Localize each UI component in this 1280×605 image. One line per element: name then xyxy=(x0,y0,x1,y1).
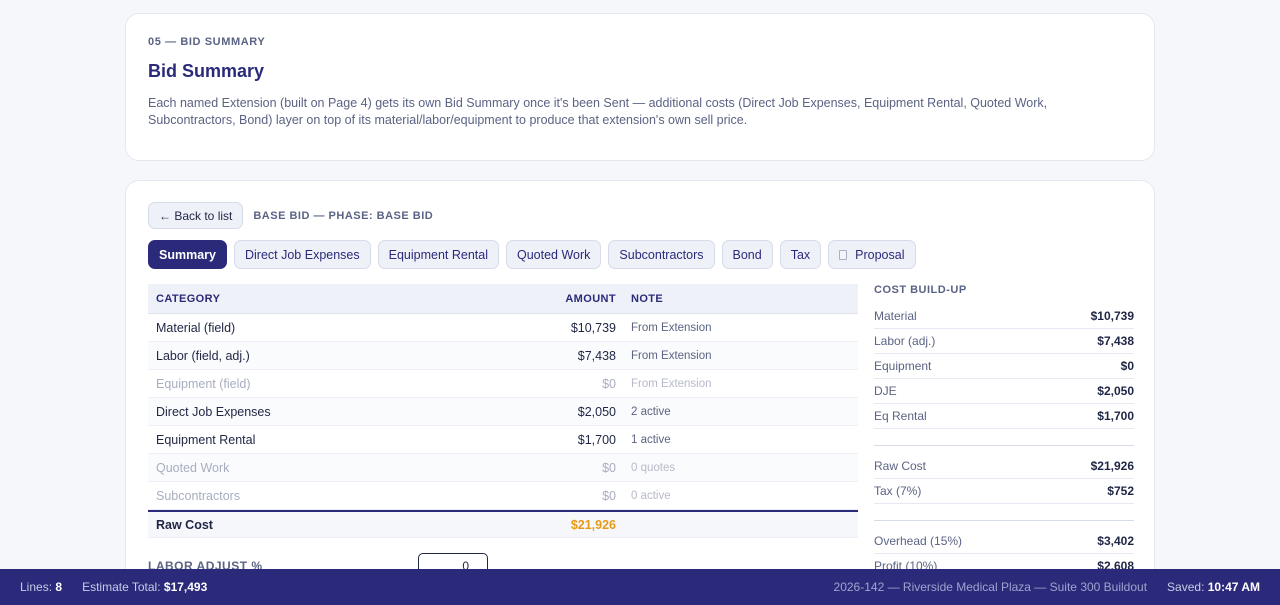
tab-tax[interactable]: Tax xyxy=(779,240,822,269)
table-header: CATEGORY AMOUNT NOTE xyxy=(148,284,858,314)
row-category: Quoted Work xyxy=(156,460,230,475)
estimate-total-value: $17,493 xyxy=(163,580,208,594)
tab-summary[interactable]: Summary xyxy=(148,240,227,269)
build-up-title: COST BUILD-UP xyxy=(874,284,967,296)
build-up-row: Raw Cost $21,926 xyxy=(874,454,1134,479)
row-amount: $2,050 xyxy=(577,404,616,419)
table-row: Quoted Work $0 0 quotes xyxy=(148,454,858,482)
tab-bar: Summary Direct Job Expenses Equipment Re… xyxy=(148,240,923,269)
build-up-row: Labor (adj.) $7,438 xyxy=(874,329,1134,354)
build-up-label: Tax (7%) xyxy=(874,484,922,498)
column-header-category: CATEGORY xyxy=(156,292,221,305)
estimate-total-label: Estimate Total: xyxy=(82,580,161,594)
tab-subcontractors[interactable]: Subcontractors xyxy=(608,240,715,269)
table-row: Material (field) $10,739 From Extension xyxy=(148,314,858,342)
row-note: 1 active xyxy=(631,433,671,446)
table-row: Equipment (field) $0 From Extension xyxy=(148,370,858,398)
row-note: From Extension xyxy=(631,349,712,362)
table-row: Labor (field, adj.) $7,438 From Extensio… xyxy=(148,342,858,370)
build-up-label: DJE xyxy=(874,384,897,398)
back-to-list-button[interactable]: ← Back to list xyxy=(148,202,244,229)
build-up-label: Raw Cost xyxy=(874,459,927,473)
row-amount: $0 xyxy=(602,376,616,391)
page-description: Each named Extension (built on Page 4) g… xyxy=(148,96,1048,127)
bid-summary-card: ← Back to list BASE BID — PHASE: BASE BI… xyxy=(125,180,1155,600)
row-amount: $0 xyxy=(602,488,616,503)
row-category: Subcontractors xyxy=(156,488,241,503)
raw-cost-total-row: Raw Cost $21,926 xyxy=(148,510,858,538)
build-up-value: $2,050 xyxy=(1097,384,1134,398)
toolbar: ← Back to list BASE BID — PHASE: BASE BI… xyxy=(148,202,433,229)
build-up-divider xyxy=(874,504,1134,521)
build-up-row: Equipment $0 xyxy=(874,354,1134,379)
build-up-value: $21,926 xyxy=(1090,459,1134,473)
row-note: From Extension xyxy=(631,377,712,390)
cost-table: CATEGORY AMOUNT NOTE Material (field) $1… xyxy=(148,284,858,538)
page-title: Bid Summary xyxy=(148,61,265,81)
column-header-amount: AMOUNT xyxy=(565,292,616,305)
build-up-value: $3,402 xyxy=(1097,534,1134,548)
table-row: Equipment Rental $1,700 1 active xyxy=(148,426,858,454)
row-amount: $7,438 xyxy=(577,348,616,363)
project-name: 2026-142 — Riverside Medical Plaza — Sui… xyxy=(833,580,1148,594)
row-category: Equipment (field) xyxy=(156,376,251,391)
build-up-value: $752 xyxy=(1107,484,1134,498)
build-up-divider xyxy=(874,429,1134,446)
saved-label: Saved: xyxy=(1167,580,1205,594)
row-category: Equipment Rental xyxy=(156,432,256,447)
document-icon xyxy=(839,249,848,260)
build-up-value: $7,438 xyxy=(1097,334,1134,348)
status-bar: Lines: 8 Estimate Total: $17,493 2026-14… xyxy=(0,569,1280,605)
header-card: 05 — BID SUMMARY Bid Summary Each named … xyxy=(125,13,1155,161)
row-note: 0 active xyxy=(631,489,671,502)
build-up-row: Overhead (15%) $3,402 xyxy=(874,529,1134,554)
tab-quoted-work[interactable]: Quoted Work xyxy=(506,240,602,269)
build-up-value: $10,739 xyxy=(1090,309,1134,323)
row-category: Labor (field, adj.) xyxy=(156,348,250,363)
build-up-row: Tax (7%) $752 xyxy=(874,479,1134,504)
row-category: Direct Job Expenses xyxy=(156,404,271,419)
build-up-value: $1,700 xyxy=(1097,409,1134,423)
total-label: Raw Cost xyxy=(156,517,213,532)
build-up-row: Material $10,739 xyxy=(874,304,1134,329)
table-row: Direct Job Expenses $2,050 2 active xyxy=(148,398,858,426)
row-note: From Extension xyxy=(631,321,712,334)
table-row: Subcontractors $0 0 active xyxy=(148,482,858,510)
build-up-row: Eq Rental $1,700 xyxy=(874,404,1134,429)
build-up-label: Labor (adj.) xyxy=(874,334,936,348)
column-header-note: NOTE xyxy=(631,292,664,305)
row-amount: $10,739 xyxy=(570,320,616,335)
row-note: 2 active xyxy=(631,405,671,418)
build-up-label: Overhead (15%) xyxy=(874,534,963,548)
total-amount: $21,926 xyxy=(570,517,616,532)
row-amount: $1,700 xyxy=(577,432,616,447)
row-amount: $0 xyxy=(602,460,616,475)
tab-proposal-label: Proposal xyxy=(855,247,905,262)
build-up-label: Eq Rental xyxy=(874,409,927,423)
phase-label: BASE BID — PHASE: BASE BID xyxy=(253,209,434,222)
cost-build-up-panel: COST BUILD-UP Material $10,739 Labor (adj… xyxy=(874,284,1134,579)
row-category: Material (field) xyxy=(156,320,236,335)
build-up-label: Material xyxy=(874,309,917,323)
build-up-value: $0 xyxy=(1120,359,1134,373)
lines-label: Lines: xyxy=(20,580,53,594)
tab-equipment-rental[interactable]: Equipment Rental xyxy=(377,240,499,269)
build-up-row: DJE $2,050 xyxy=(874,379,1134,404)
tab-direct-job-expenses[interactable]: Direct Job Expenses xyxy=(233,240,371,269)
section-eyebrow: 05 — BID SUMMARY xyxy=(148,36,266,48)
tab-proposal[interactable]: Proposal xyxy=(828,240,916,269)
tab-bond[interactable]: Bond xyxy=(721,240,773,269)
build-up-label: Equipment xyxy=(874,359,932,373)
row-note: 0 quotes xyxy=(631,461,676,474)
saved-time: 10:47 AM xyxy=(1207,580,1260,594)
lines-count: 8 xyxy=(55,580,63,594)
